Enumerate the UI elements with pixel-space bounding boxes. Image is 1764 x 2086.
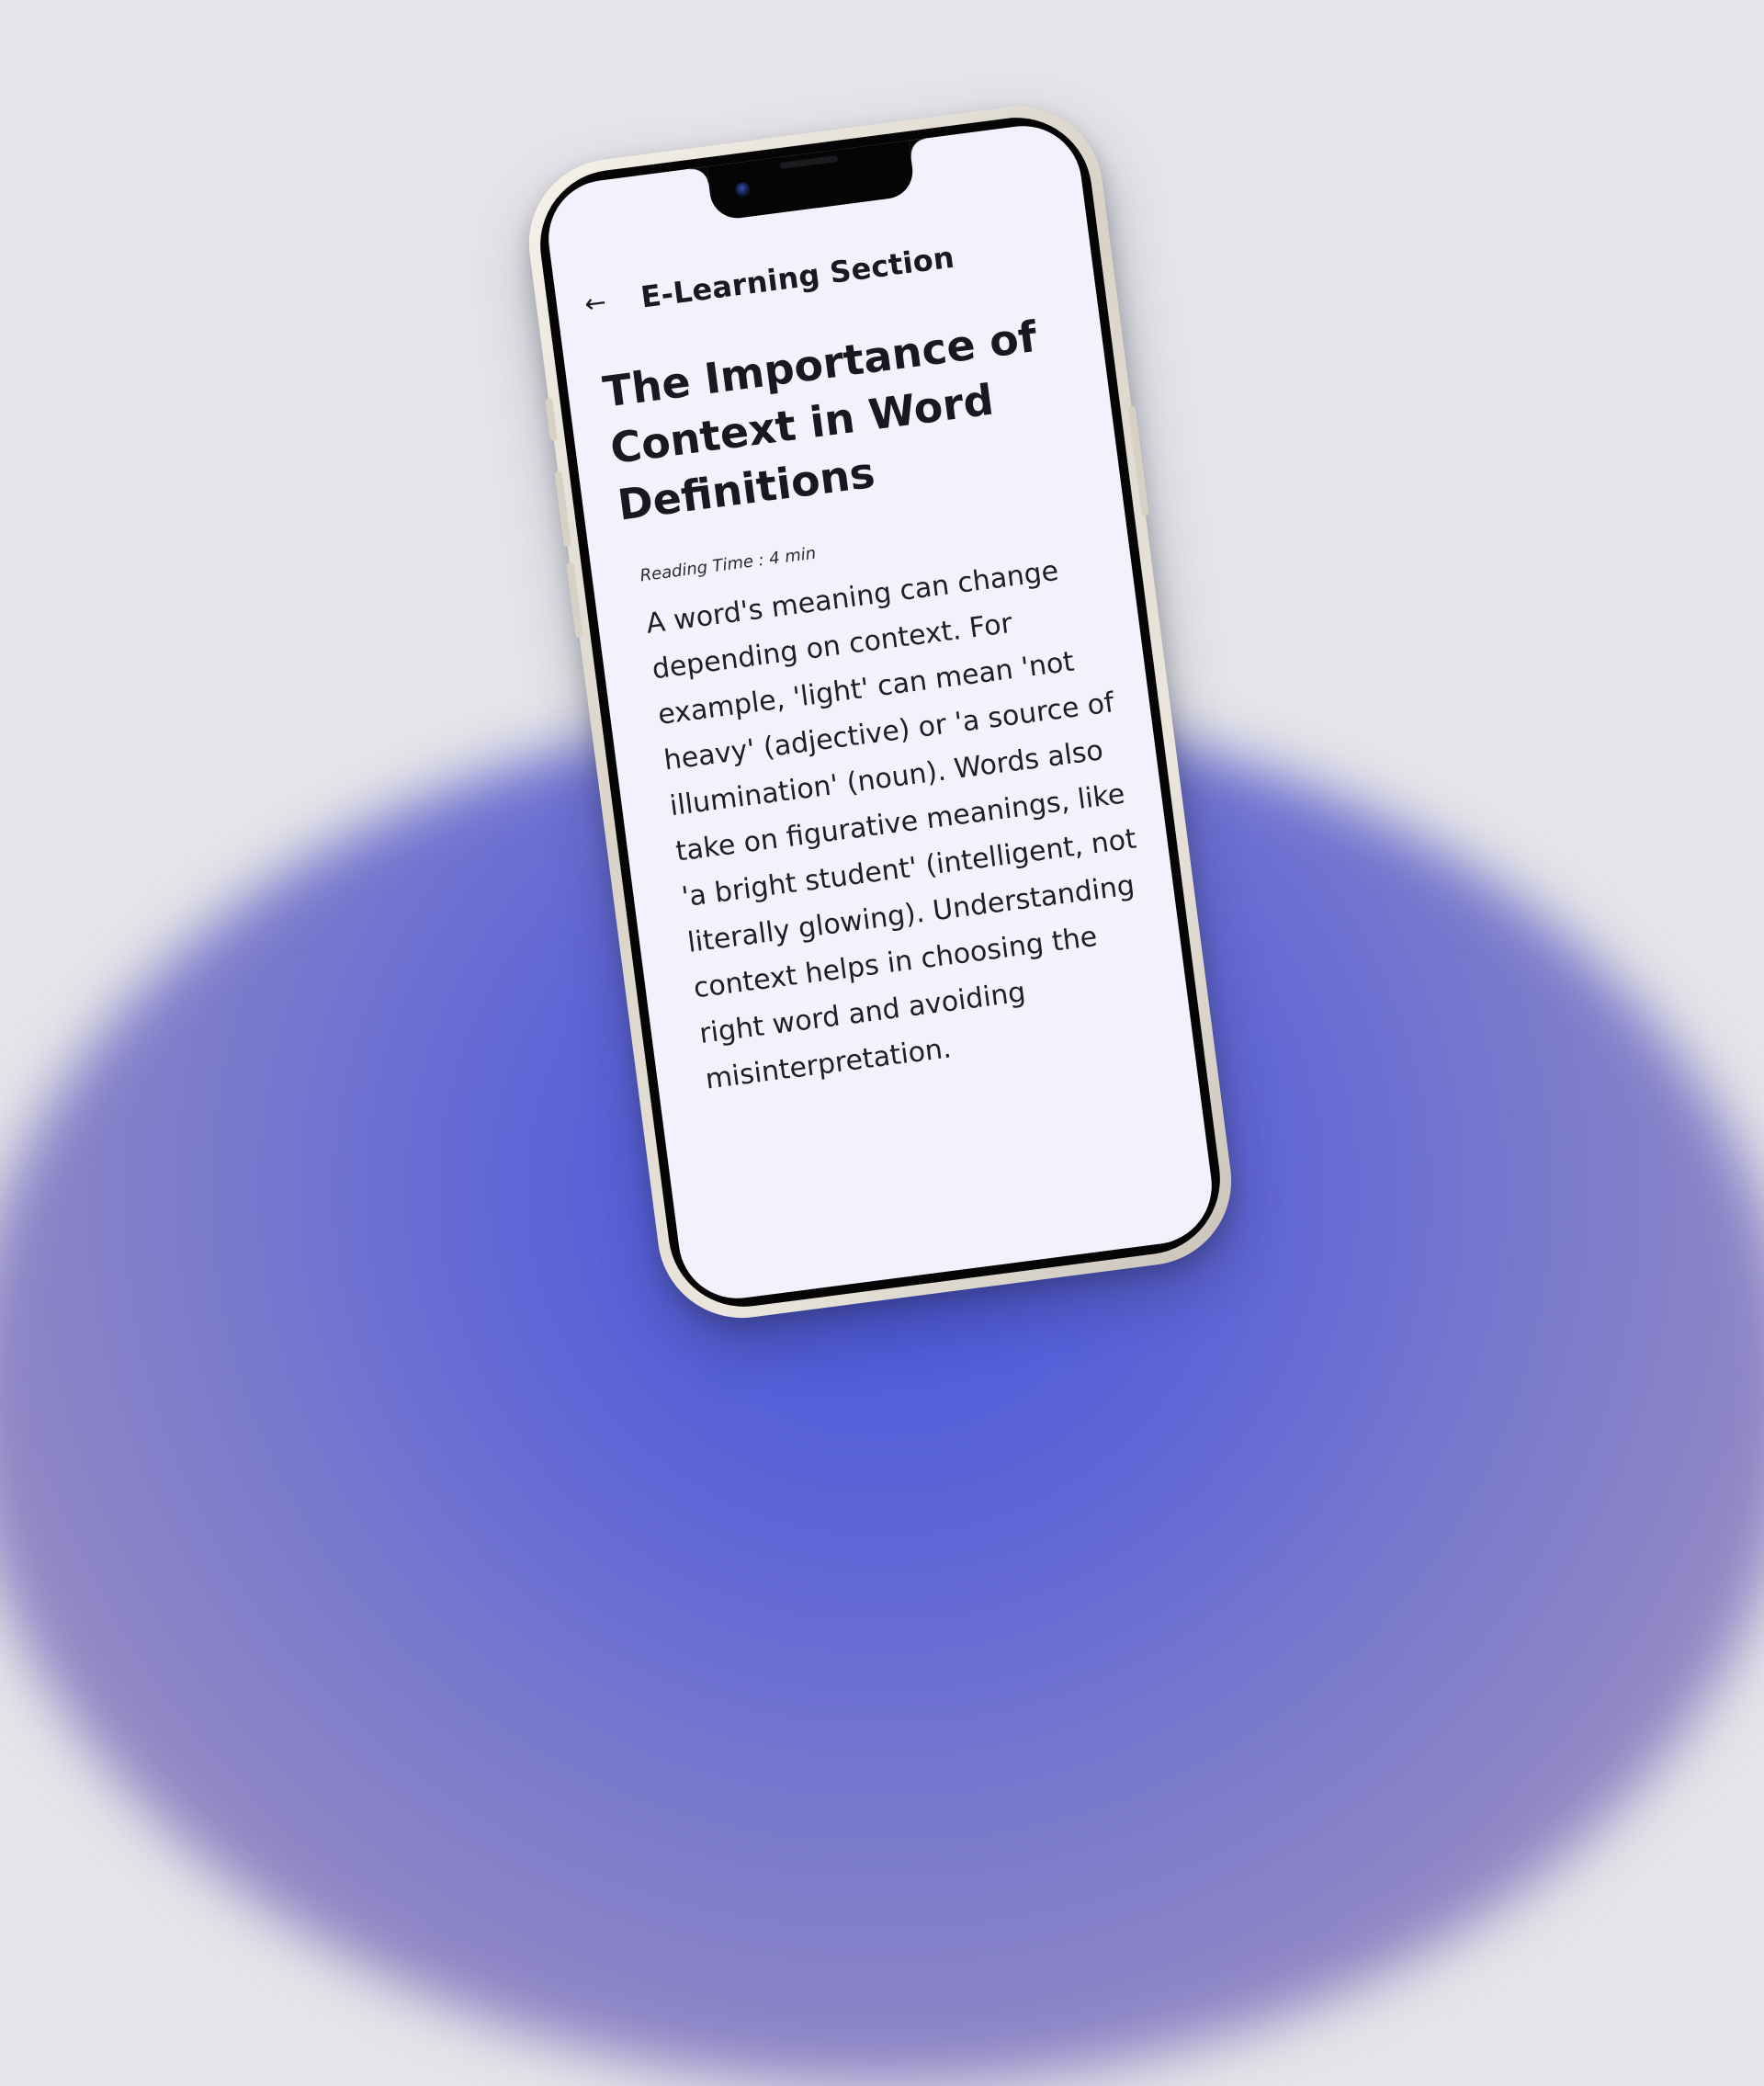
- app-bar-title: E-Learning Section: [639, 239, 956, 315]
- article-content[interactable]: The Importance of Context in Word Defini…: [600, 302, 1168, 1105]
- front-camera-icon: [734, 181, 752, 198]
- arrow-left-icon: ←: [582, 286, 608, 320]
- back-button[interactable]: ←: [575, 283, 616, 324]
- speaker-grille: [779, 154, 839, 170]
- article-title: The Importance of Context in Word Defini…: [600, 311, 1040, 530]
- article-body: A word's meaning can change depending on…: [644, 554, 1138, 1096]
